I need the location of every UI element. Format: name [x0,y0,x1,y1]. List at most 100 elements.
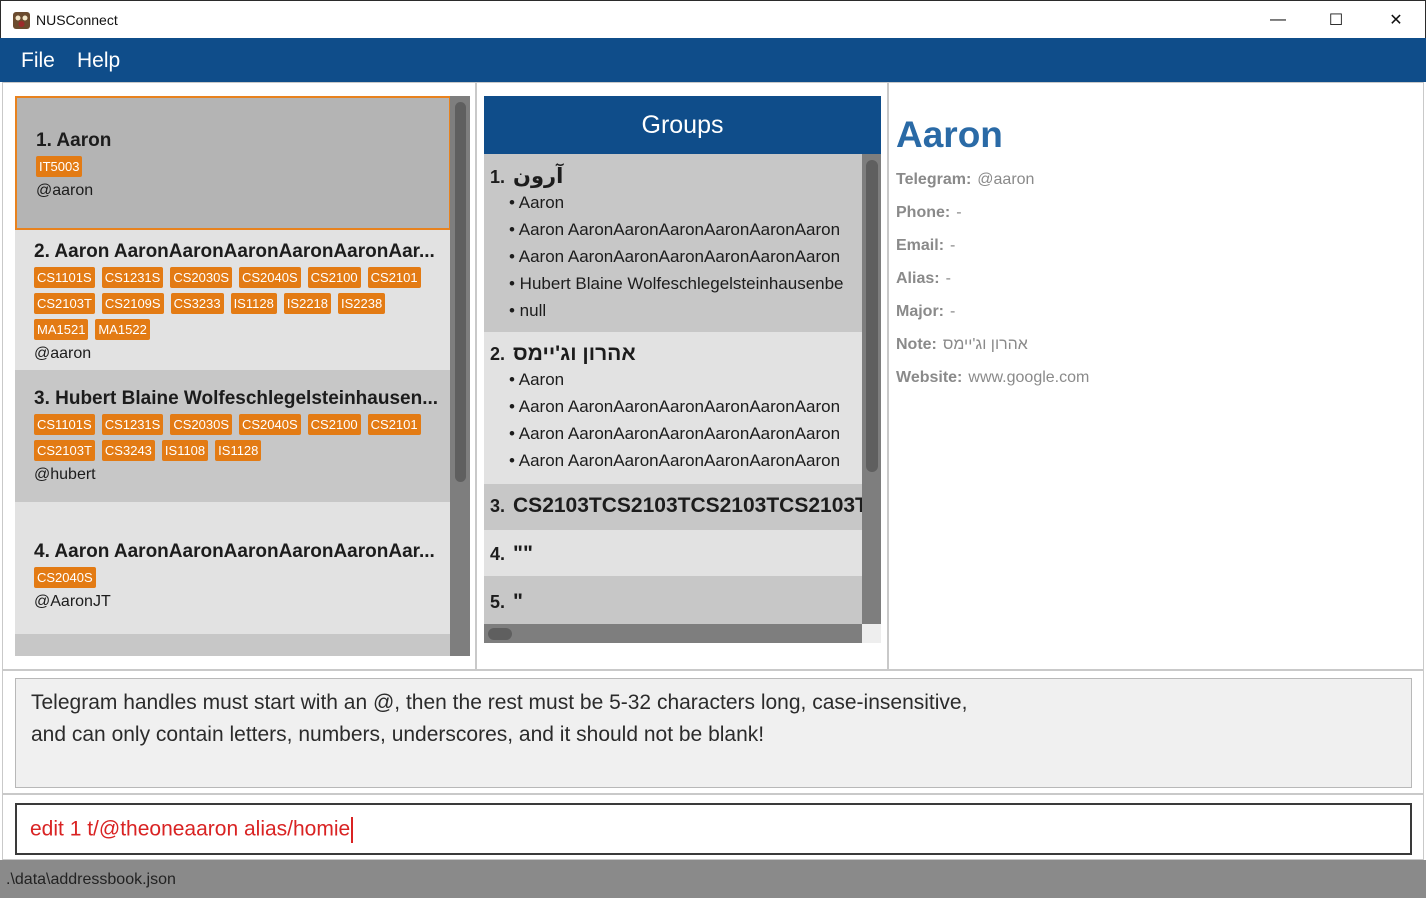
tag-badge: CS2040S [239,414,301,435]
group-card[interactable]: 3. CS2103TCS2103TCS2103TCS2103T [484,484,862,530]
person-card[interactable]: 3. Hubert Blaine Wolfeschlegelsteinhause… [15,370,451,502]
person-card[interactable]: 4. Aaron AaronAaronAaronAaronAaronAar...… [15,502,451,634]
tag-badge: CS3233 [170,293,224,314]
group-member: • Hubert Blaine Wolfeschlegelsteinhausen… [509,274,844,293]
tag-badge: CS1101S [34,267,95,288]
detail-label: Major: [896,303,944,320]
tag-badge: MA1521 [34,319,89,340]
group-member: • Aaron AaronAaronAaronAaronAaronAaron [509,397,841,416]
group-number: 3. [490,496,506,516]
person-list-scroll-thumb[interactable] [455,102,466,482]
group-list-hscrollbar[interactable] [484,624,862,643]
detail-label: Alias: [896,270,940,287]
person-telegram: @aaron [34,345,92,362]
detail-label: Telegram: [896,171,972,188]
detail-value: אהרון וג'יימס [942,336,1028,353]
tag-badge: CS2109S [101,293,164,314]
maximize-button[interactable]: ☐ [1307,1,1365,39]
status-bar: .\data\addressbook.json [0,860,1426,898]
tag-badge: CS2040S [239,267,301,288]
tag-badge: CS2100 [307,414,361,435]
command-input[interactable]: edit 1 t/@theoneaaron alias/homie [15,803,1412,855]
tag-badge: IT5003 [36,156,83,177]
detail-email: Email: - [896,237,955,255]
maximize-icon: ☐ [1328,12,1344,29]
close-icon: ✕ [1389,12,1403,29]
group-member: • Aaron AaronAaronAaronAaronAaronAaron [509,424,841,443]
detail-phone: Phone: - [896,204,962,222]
tag-list: CS2040S [34,567,444,593]
menu-help[interactable]: Help [77,49,120,73]
group-member: • Aaron [509,370,565,389]
tag-badge: CS2100 [307,267,361,288]
group-member: • null [509,301,547,320]
person-card[interactable]: 1. Aaron IT5003 @aaron [15,96,451,230]
detail-name: Aaron [896,114,1003,155]
tag-list: CS1101S CS1231S CS2030S CS2040S CS2100 CS2101… [34,267,444,345]
tag-badge: CS2040S [34,567,96,588]
detail-value: - [956,204,962,221]
group-title: 4. "" [490,542,862,566]
result-line: and can only contain letters, numbers, u… [31,723,765,746]
minimize-button[interactable]: — [1249,1,1307,39]
detail-label: Website: [896,369,963,386]
detail-label: Phone: [896,204,951,221]
detail-telegram: Telegram: @aaron [896,171,1034,189]
tag-badge: CS1231S [101,267,164,288]
title-bar: NUSConnect — ☐ ✕ [0,0,1426,38]
detail-website: Website: www.google.com [896,369,1089,387]
tag-badge: CS3243 [101,440,155,461]
tag-badge: CS1101S [34,414,95,435]
close-button[interactable]: ✕ [1367,1,1425,39]
group-card[interactable]: 2. אהרון וג'יימס • Aaron • Aaron AaronAar… [484,332,862,484]
result-display[interactable]: Telegram handles must start with an @, t… [15,678,1412,788]
tag-badge: CS2103T [34,293,95,314]
detail-label: Note: [896,336,937,353]
scrollbar-corner [862,624,881,643]
group-list[interactable]: 1. آرون • Aaron • Aaron AaronAaronAaronAa… [484,154,862,624]
group-title: 5. " [490,590,862,614]
menu-bar: File Help [0,38,1426,82]
tag-badge: MA1522 [95,319,150,340]
group-name: آرون [513,165,564,188]
person-name: 1. Aaron [36,130,112,151]
tag-badge: CS2030S [170,267,232,288]
group-name: "" [513,542,533,565]
group-card[interactable]: 5. " [484,576,862,624]
text-caret [351,817,354,843]
group-list-vscroll-thumb[interactable] [866,160,878,472]
person-card[interactable] [15,634,451,656]
detail-value: @aaron [977,171,1035,188]
detail-value: www.google.com [968,369,1090,386]
tag-badge: CS2030S [170,414,232,435]
group-title: 2. אהרון וג'יימס [490,342,862,366]
person-list[interactable]: 1. Aaron IT5003 @aaron 2. Aaron AaronAar… [15,96,452,656]
minimize-icon: — [1270,11,1286,28]
menu-file[interactable]: File [21,49,55,73]
detail-alias: Alias: - [896,270,951,288]
detail-value: - [945,270,951,287]
app-icon [13,12,30,29]
person-telegram: @hubert [34,466,96,483]
person-card[interactable]: 2. Aaron AaronAaronAaronAaronAaronAar...… [15,230,451,370]
tag-badge: IS2238 [338,293,386,314]
group-name: CS2103TCS2103TCS2103TCS2103T [513,494,862,517]
tag-badge: CS1231S [101,414,164,435]
group-name: " [513,590,523,613]
tag-badge: IS1128 [230,293,277,314]
group-number: 2. [490,344,506,364]
group-card[interactable]: 1. آرون • Aaron • Aaron AaronAaronAaronAa… [484,154,862,332]
save-file-path: .\data\addressbook.json [6,871,176,888]
detail-note: Note: אהרון וג'יימס [896,336,1028,354]
detail-value: - [950,237,956,254]
tag-list: IT5003 [36,156,446,182]
group-member: • Aaron AaronAaronAaronAaronAaronAaron [509,451,841,470]
tag-list: CS1101S CS1231S CS2030S CS2040S CS2100 CS2101… [34,414,444,466]
result-line: Telegram handles must start with an @, t… [31,691,968,714]
group-member: • Aaron [509,193,565,212]
group-number: 1. [490,167,506,187]
group-list-hscroll-thumb[interactable] [488,628,512,640]
window-title: NUSConnect [36,12,118,28]
group-card[interactable]: 4. "" [484,530,862,576]
person-telegram: @AaronJT [34,593,111,610]
